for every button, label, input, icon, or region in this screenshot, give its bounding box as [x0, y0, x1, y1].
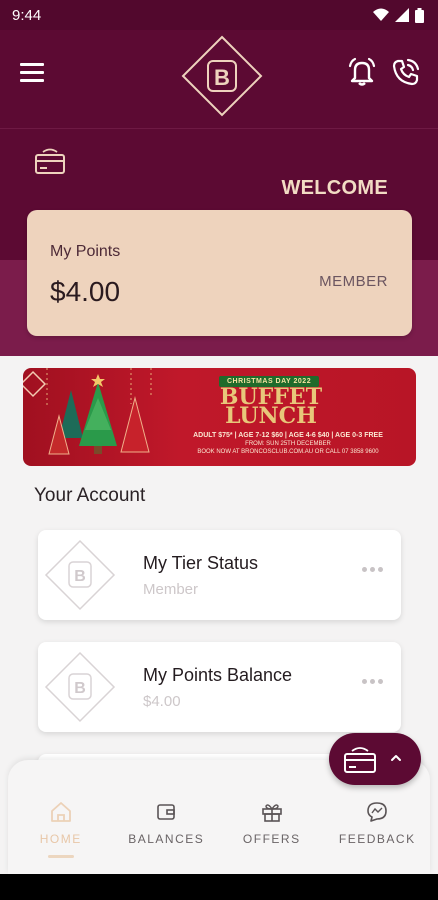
more-options-icon[interactable]	[362, 567, 383, 572]
battery-icon	[415, 7, 424, 23]
home-icon	[50, 802, 71, 822]
nav-offers[interactable]: OFFERS	[219, 800, 325, 860]
chevron-up-icon	[391, 755, 401, 761]
points-balance-value: $4.00	[143, 693, 181, 710]
member-tier-label: MEMBER	[319, 273, 388, 290]
banner-title: BUFFET LUNCH	[219, 384, 323, 429]
svg-text:B: B	[74, 568, 86, 585]
nav-label-feedback: FEEDBACK	[338, 832, 416, 846]
brand-logo-icon: B	[44, 651, 116, 723]
gift-icon	[261, 804, 282, 822]
points-balance-card[interactable]: B My Points Balance $4.00	[38, 642, 401, 732]
points-value: $4.00	[50, 276, 121, 307]
nav-balances[interactable]: BALANCES	[114, 800, 220, 860]
promo-banner[interactable]: CHRISTMAS DAY 2022 BUFFET LUNCH ADULT $7…	[23, 368, 416, 466]
points-balance-title: My Points Balance	[143, 665, 293, 685]
system-nav-bar	[0, 874, 438, 900]
more-options-icon[interactable]	[362, 679, 383, 684]
nav-label-balances: BALANCES	[128, 832, 205, 846]
points-label: My Points	[50, 243, 121, 260]
status-time: 9:44	[12, 6, 42, 24]
status-bar: 9:44	[0, 0, 438, 30]
menu-button[interactable]	[20, 63, 44, 83]
card-tap-icon	[344, 747, 376, 773]
notifications-bell-icon[interactable]	[346, 56, 378, 88]
member-card-fab[interactable]	[329, 733, 421, 785]
account-section-title: Your Account	[34, 485, 146, 506]
svg-text:B: B	[214, 65, 230, 90]
brand-logo: B	[181, 35, 263, 117]
signal-icon	[395, 8, 409, 22]
app-header: B	[0, 30, 438, 128]
banner-details: ADULT $75* | AGE 7-12 $60 | AGE 4-6 $40 …	[193, 432, 383, 455]
wallet-icon	[157, 804, 176, 820]
svg-text:B: B	[74, 680, 86, 697]
welcome-text: WELCOME	[281, 177, 388, 199]
tier-status-card[interactable]: B My Tier Status Member	[38, 530, 401, 620]
christmas-tree-icon	[23, 368, 152, 455]
bottom-nav: HOME BALANCES OFFERS FEEDBACK	[8, 800, 430, 860]
nav-home[interactable]: HOME	[8, 800, 114, 860]
nav-active-indicator	[47, 855, 74, 858]
member-card-icon[interactable]	[34, 147, 66, 175]
points-card[interactable]: My Points $4.00 MEMBER	[27, 210, 412, 336]
chat-icon	[367, 802, 388, 822]
brand-logo-icon: B	[44, 539, 116, 611]
nav-feedback[interactable]: FEEDBACK	[325, 800, 431, 860]
tier-status-title: My Tier Status	[143, 553, 259, 573]
status-icons	[373, 7, 424, 23]
nav-label-home: HOME	[39, 832, 82, 846]
wifi-icon	[373, 8, 389, 21]
tier-status-value: Member	[143, 581, 199, 598]
phone-call-icon[interactable]	[390, 56, 422, 88]
nav-label-offers: OFFERS	[242, 832, 301, 846]
